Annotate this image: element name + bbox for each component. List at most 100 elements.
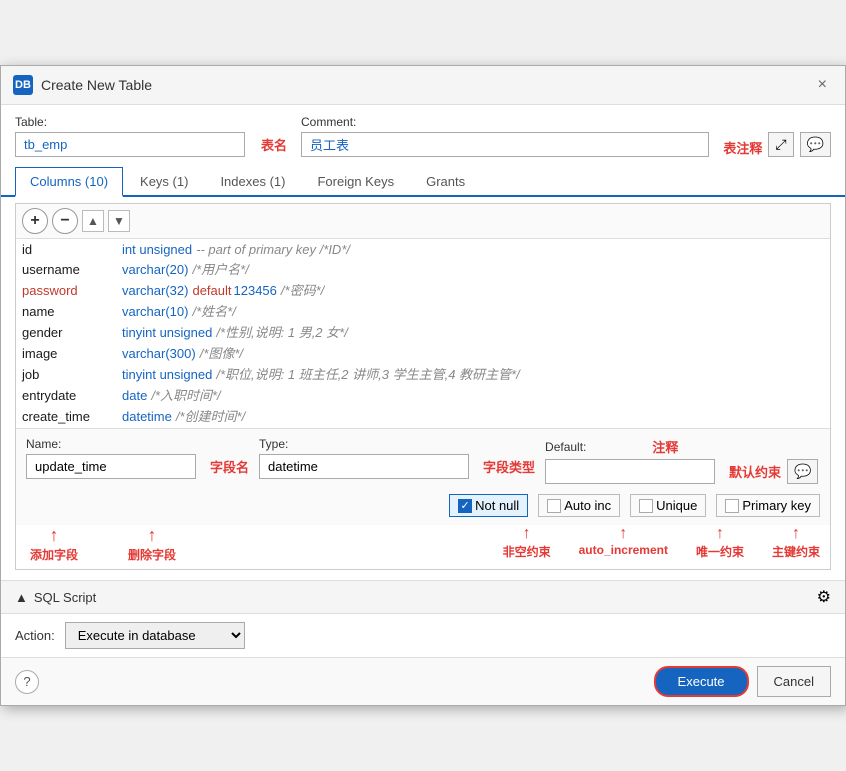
table-name-input[interactable]: [15, 132, 245, 157]
comment-group: Comment: 表注释 ⤢ 💬: [301, 115, 831, 157]
col-type: varchar(32): [122, 283, 188, 298]
col-type: int unsigned: [122, 242, 192, 257]
primary-key-checkbox[interactable]: Primary key: [716, 494, 820, 517]
not-null-checkbox-indicator: ✓: [458, 499, 472, 513]
comment-label: Comment:: [301, 115, 831, 129]
autoinc-annot-label: auto_increment: [579, 543, 668, 557]
unique-arrow-icon: ↑: [716, 525, 724, 543]
auto-inc-checkbox[interactable]: Auto inc: [538, 494, 620, 517]
tab-keys[interactable]: Keys (1): [125, 167, 203, 197]
table-row[interactable]: username varchar(20) /*用户名*/: [22, 258, 824, 279]
col-comment: /*创建时间*/: [176, 406, 245, 425]
help-button[interactable]: ?: [15, 670, 39, 694]
col-default-keyword: default: [192, 283, 231, 298]
edit-row: Name: 字段名 Type: 字段类型 Default: 注释: [16, 428, 830, 490]
col-name: job: [22, 367, 122, 382]
cancel-button[interactable]: Cancel: [757, 666, 831, 697]
remove-column-button[interactable]: −: [52, 208, 78, 234]
move-down-button[interactable]: ▼: [108, 210, 130, 232]
checkbox-annotations: ↑ 非空约束 ↑ auto_increment ↑ 唯一约束 ↑ 主键约束: [503, 525, 820, 560]
col-name: gender: [22, 325, 122, 340]
field-note-button[interactable]: 💬: [787, 459, 818, 484]
comment-input[interactable]: [301, 132, 709, 157]
col-comment: /*性别,说明: 1 男,2 女*/: [216, 322, 347, 341]
tabs-bar: Columns (10) Keys (1) Indexes (1) Foreig…: [1, 167, 845, 197]
toolbar-annotations: ↑ 添加字段 ↑ 删除字段: [30, 525, 176, 563]
columns-toolbar: + − ▲ ▼: [16, 204, 830, 239]
field-name-annotation: 字段名: [210, 457, 249, 476]
tab-grants[interactable]: Grants: [411, 167, 480, 197]
close-button[interactable]: ×: [812, 74, 833, 96]
table-row[interactable]: job tinyint unsigned /*职位,说明: 1 班主任,2 讲师…: [22, 363, 824, 384]
remove-annotation: ↑ 删除字段: [128, 525, 176, 563]
title-bar-left: DB Create New Table: [13, 75, 152, 95]
type-edit-label: Type:: [259, 437, 535, 451]
sql-header-left: ▲ SQL Script: [15, 590, 96, 605]
default-edit-input[interactable]: [545, 459, 715, 484]
action-label: Action:: [15, 628, 55, 643]
primary-key-label: Primary key: [742, 498, 811, 513]
col-default-value: 123456: [234, 283, 277, 298]
col-name: id: [22, 242, 122, 257]
action-select[interactable]: Execute in database Generate SQL file Sh…: [65, 622, 245, 649]
col-type: varchar(20): [122, 262, 188, 277]
remove-label: 删除字段: [128, 546, 176, 563]
table-annotation: 表名: [261, 135, 287, 154]
form-section: Table: 表名 Comment: 表注释 ⤢ 💬: [1, 105, 845, 163]
add-column-button[interactable]: +: [22, 208, 48, 234]
table-row[interactable]: id int unsigned -- part of primary key /…: [22, 241, 824, 258]
unique-annot-label: 唯一约束: [696, 543, 744, 560]
table-row[interactable]: entrydate date /*入职时间*/: [22, 384, 824, 405]
add-label: 添加字段: [30, 546, 78, 563]
not-null-label: Not null: [475, 498, 519, 513]
comment-icon-button[interactable]: 💬: [800, 132, 831, 157]
tab-foreignkeys[interactable]: Foreign Keys: [302, 167, 409, 197]
comment-annotation: 表注释: [723, 138, 762, 157]
table-row[interactable]: name varchar(10) /*姓名*/: [22, 300, 824, 321]
move-up-button[interactable]: ▲: [82, 210, 104, 232]
type-edit-input[interactable]: [259, 454, 469, 479]
notnull-annotation: ↑ 非空约束: [503, 525, 551, 560]
columns-table-area: + − ▲ ▼ id int unsigned -- part of prima…: [15, 203, 831, 570]
comment-section: 表注释 ⤢ 💬: [301, 132, 831, 157]
primary-key-checkbox-indicator: [725, 499, 739, 513]
col-comment: /*入职时间*/: [151, 385, 220, 404]
table-row[interactable]: password varchar(32) default 123456 /*密码…: [22, 279, 824, 300]
create-table-dialog: DB Create New Table × Table: 表名 Comment:…: [0, 65, 846, 706]
col-name: password: [22, 283, 122, 298]
col-name: name: [22, 304, 122, 319]
edit-name-field: Name: 字段名: [26, 437, 249, 479]
col-comment: /*职位,说明: 1 班主任,2 讲师,3 学生主管,4 教研主管*/: [216, 364, 519, 383]
expand-button[interactable]: ⤢: [768, 132, 793, 157]
table-row[interactable]: image varchar(300) /*图像*/: [22, 342, 824, 363]
primarykey-annotation: ↑ 主键约束: [772, 525, 820, 560]
execute-button[interactable]: Execute: [654, 666, 749, 697]
autoinc-arrow-icon: ↑: [619, 525, 627, 543]
not-null-checkbox[interactable]: ✓ Not null: [449, 494, 528, 517]
tab-indexes[interactable]: Indexes (1): [205, 167, 300, 197]
col-type: date: [122, 388, 147, 403]
sql-collapse-icon: ▲: [15, 590, 28, 605]
table-row[interactable]: create_time datetime /*创建时间*/: [22, 405, 824, 426]
col-name: username: [22, 262, 122, 277]
primarykey-arrow-icon: ↑: [792, 525, 800, 543]
unique-checkbox[interactable]: Unique: [630, 494, 706, 517]
add-arrow-icon: ↑: [50, 525, 59, 546]
tab-columns[interactable]: Columns (10): [15, 167, 123, 197]
notnull-annot-label: 非空约束: [503, 543, 551, 560]
dialog-title: Create New Table: [41, 77, 152, 93]
col-comment: /*用户名*/: [192, 259, 248, 278]
sql-header[interactable]: ▲ SQL Script ⚙: [1, 581, 845, 614]
footer-actions: Execute Cancel: [654, 666, 831, 697]
col-type: datetime: [122, 409, 172, 424]
unique-label: Unique: [656, 498, 697, 513]
col-comment: /*密码*/: [281, 280, 324, 299]
sql-gear-button[interactable]: ⚙: [817, 587, 831, 607]
table-row[interactable]: gender tinyint unsigned /*性别,说明: 1 男,2 女…: [22, 321, 824, 342]
sql-title: SQL Script: [34, 590, 96, 605]
sql-section: ▲ SQL Script ⚙ Action: Execute in databa…: [1, 580, 845, 657]
name-edit-input[interactable]: [26, 454, 196, 479]
col-type: tinyint unsigned: [122, 367, 212, 382]
col-name: entrydate: [22, 388, 122, 403]
auto-inc-checkbox-indicator: [547, 499, 561, 513]
